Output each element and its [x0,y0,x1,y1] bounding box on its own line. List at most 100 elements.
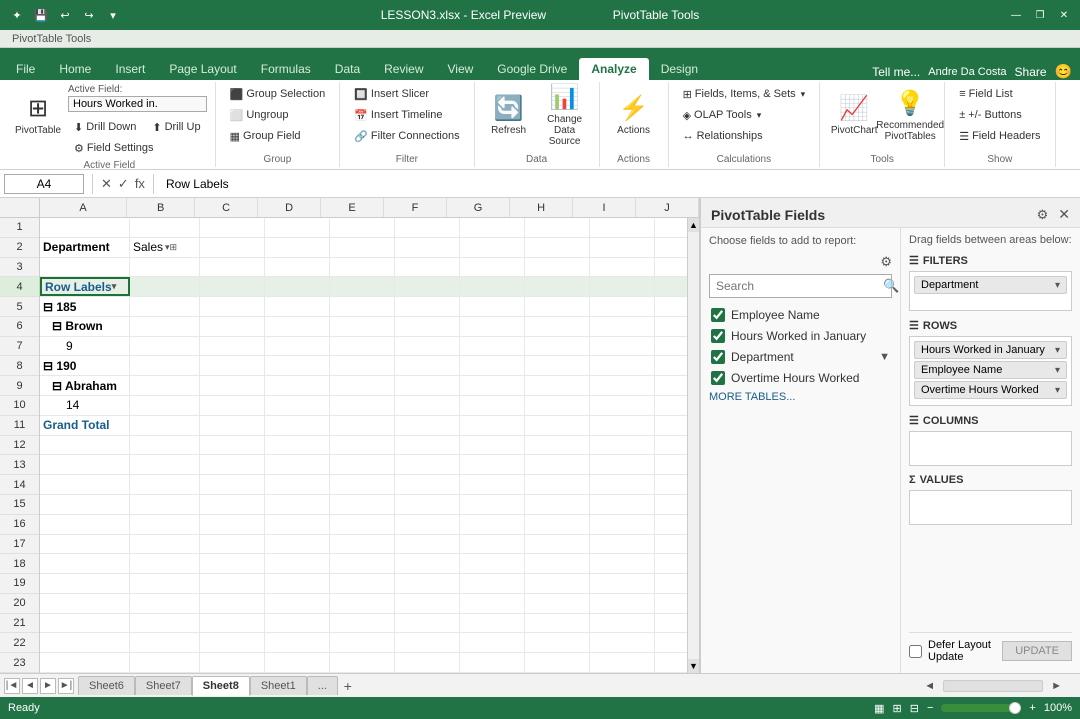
cell-j18[interactable] [655,554,687,573]
cell-d2[interactable] [265,238,330,257]
cell-h10[interactable] [525,396,590,415]
pivottable-btn[interactable]: ⊞ PivotTable [12,84,64,146]
plusminus-btn[interactable]: ± +/- Buttons [953,105,1046,125]
cell-c21[interactable] [200,614,265,633]
cell-f22[interactable] [395,633,460,652]
row-23[interactable]: 23 [0,653,39,673]
cell-e13[interactable] [330,455,395,474]
row-19[interactable]: 19 [0,574,39,594]
cell-a21[interactable] [40,614,130,633]
pivot-field-label-department[interactable]: Department [731,350,794,364]
refresh-btn[interactable]: 🔄 Refresh [483,84,535,146]
cell-e14[interactable] [330,475,395,494]
row-15[interactable]: 15 [0,495,39,515]
col-header-i[interactable]: I [573,198,636,217]
field-list-btn[interactable]: ≡ Field List [953,84,1046,104]
zoom-out-btn[interactable]: − [927,702,933,714]
cell-i5[interactable] [590,297,655,316]
cell-b14[interactable] [130,475,200,494]
cell-i19[interactable] [590,574,655,593]
undo-btn[interactable]: ↩ [56,6,74,24]
cell-j5[interactable] [655,297,687,316]
cell-h22[interactable] [525,633,590,652]
cell-g19[interactable] [460,574,525,593]
cell-c4[interactable] [200,277,265,296]
cell-a13[interactable] [40,455,130,474]
cell-h4[interactable] [525,277,590,296]
cell-a16[interactable] [40,515,130,534]
cell-e2[interactable] [330,238,395,257]
pivot-close-btn[interactable]: ✕ [1058,206,1070,223]
vertical-scrollbar[interactable]: ▲ ▼ [687,218,699,673]
cell-f8[interactable] [395,356,460,375]
zoom-in-btn[interactable]: + [1029,702,1035,714]
cell-c20[interactable] [200,594,265,613]
cell-b19[interactable] [130,574,200,593]
cell-j20[interactable] [655,594,687,613]
row-11[interactable]: 11 [0,416,39,436]
row-1[interactable]: 1 [0,218,39,238]
col-header-b[interactable]: B [127,198,195,217]
save-btn[interactable]: 💾 [32,6,50,24]
pivot-field-label-overtime[interactable]: Overtime Hours Worked [731,371,859,385]
cell-h21[interactable] [525,614,590,633]
cell-e17[interactable] [330,535,395,554]
tab-insert[interactable]: Insert [103,58,157,80]
pivot-cb-hours[interactable] [711,329,725,343]
cancel-formula-icon[interactable]: ✕ [101,176,112,192]
col-header-h[interactable]: H [510,198,573,217]
cell-c19[interactable] [200,574,265,593]
cell-f16[interactable] [395,515,460,534]
cell-g6[interactable] [460,317,525,336]
cell-e4[interactable] [330,277,395,296]
cell-d21[interactable] [265,614,330,633]
cell-g13[interactable] [460,455,525,474]
cell-g22[interactable] [460,633,525,652]
cell-a23[interactable] [40,653,130,672]
cell-i23[interactable] [590,653,655,672]
row-16[interactable]: 16 [0,515,39,535]
sheet-tab-sheet6[interactable]: Sheet6 [78,676,135,695]
cell-c23[interactable] [200,653,265,672]
row-2[interactable]: 2 [0,238,39,258]
cell-g1[interactable] [460,218,525,237]
cell-i4[interactable] [590,277,655,296]
cell-d22[interactable] [265,633,330,652]
cell-i14[interactable] [590,475,655,494]
pivot-gear-icon[interactable]: ⚙ [1037,207,1049,223]
cell-a18[interactable] [40,554,130,573]
cell-j13[interactable] [655,455,687,474]
cell-i18[interactable] [590,554,655,573]
cell-e23[interactable] [330,653,395,672]
cell-h14[interactable] [525,475,590,494]
row-21[interactable]: 21 [0,614,39,634]
cell-d5[interactable] [265,297,330,316]
active-field-value[interactable]: Hours Worked in. [68,96,207,112]
pivot-cb-department[interactable] [711,350,725,364]
cell-b10[interactable] [130,396,200,415]
cell-e15[interactable] [330,495,395,514]
pivot-row-overtime[interactable]: Overtime Hours Worked ▾ [914,381,1067,399]
cell-j19[interactable] [655,574,687,593]
cell-f18[interactable] [395,554,460,573]
cell-b6[interactable] [130,317,200,336]
status-view-normal[interactable]: ▦ [874,702,884,715]
pivot-field-label-employee-name[interactable]: Employee Name [731,308,820,322]
cell-i20[interactable] [590,594,655,613]
tab-data[interactable]: Data [323,58,372,80]
tab-pagelayout[interactable]: Page Layout [157,58,248,80]
cell-b7[interactable] [130,337,200,356]
cell-j16[interactable] [655,515,687,534]
cell-g20[interactable] [460,594,525,613]
formula-input[interactable] [162,175,1076,193]
cell-g17[interactable] [460,535,525,554]
cell-e21[interactable] [330,614,395,633]
pivot-row-hours[interactable]: Hours Worked in January ▾ [914,341,1067,359]
horizontal-scrollbar[interactable] [943,680,1043,692]
row-5[interactable]: 5 [0,297,39,317]
cell-h6[interactable] [525,317,590,336]
cell-g15[interactable] [460,495,525,514]
cell-e5[interactable] [330,297,395,316]
cell-d8[interactable] [265,356,330,375]
hscroll-left[interactable]: ◄ [918,678,941,694]
